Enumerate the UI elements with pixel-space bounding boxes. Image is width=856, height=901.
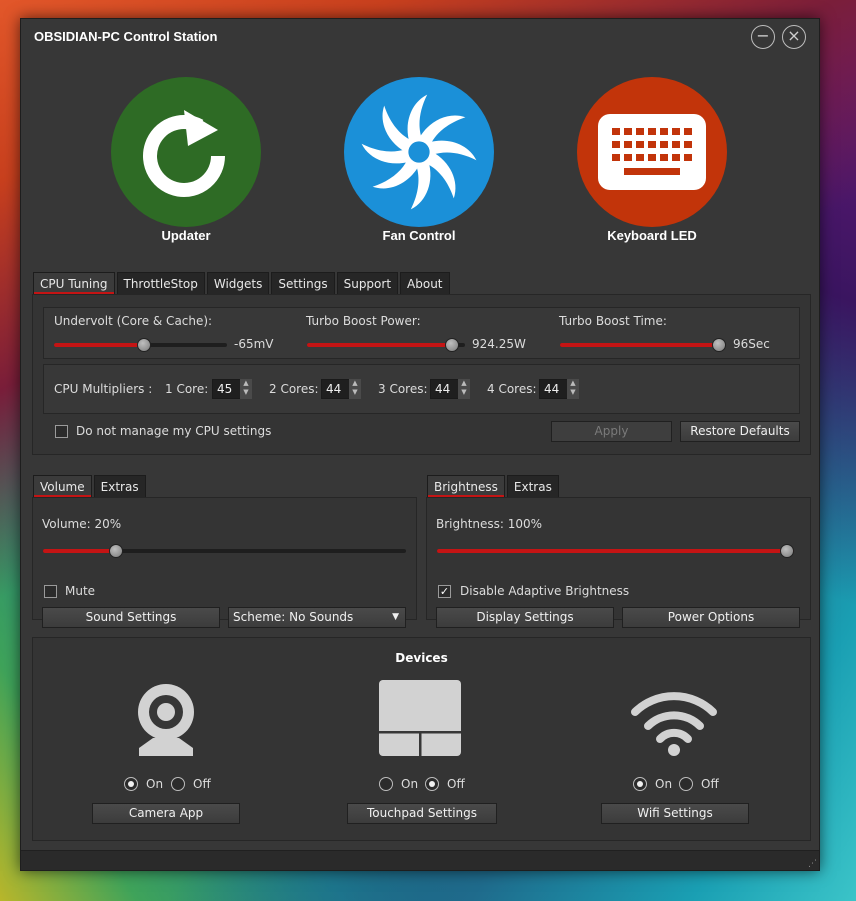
volume-label: Volume: 20% — [42, 517, 122, 531]
window-title: OBSIDIAN-PC Control Station — [34, 29, 218, 44]
manage-cpu-label: Do not manage my CPU settings — [76, 424, 272, 438]
mute-checkbox[interactable] — [44, 585, 57, 598]
tab-brightness[interactable]: Brightness — [427, 475, 505, 497]
multiplier-2-label: 2 Cores: — [269, 382, 319, 396]
updater-button[interactable] — [111, 77, 261, 227]
spin-arrows-icon[interactable]: ▲ ▼ — [458, 379, 470, 399]
wifi-on-label: On — [655, 777, 673, 791]
multiplier-1-spinbox[interactable]: 45 ▲ ▼ — [212, 379, 252, 399]
turbo-time-slider[interactable] — [560, 338, 726, 352]
tab-cpu-tuning[interactable]: CPU Tuning — [33, 272, 115, 294]
main-window: OBSIDIAN-PC Control Station − × Updater — [20, 18, 820, 871]
keyboard-icon — [598, 114, 706, 190]
multiplier-1-label: 1 Core: — [165, 382, 209, 396]
multiplier-4-label: 4 Cores: — [487, 382, 537, 396]
touchpad-off-label: Off — [447, 777, 465, 791]
apply-button[interactable]: Apply — [551, 421, 672, 442]
updater-label: Updater — [161, 228, 211, 243]
devices-title: Devices — [395, 651, 448, 665]
refresh-icon — [143, 110, 225, 197]
multiplier-3-value: 44 — [435, 382, 451, 396]
tab-settings[interactable]: Settings — [271, 272, 335, 294]
tab-brightness-extras[interactable]: Extras — [506, 475, 559, 497]
wifi-off-radio[interactable] — [679, 777, 693, 791]
multiplier-3-spinbox[interactable]: 44 ▲ ▼ — [430, 379, 470, 399]
camera-off-radio[interactable] — [171, 777, 185, 791]
undervolt-slider[interactable] — [54, 338, 227, 352]
camera-app-button[interactable]: Camera App — [92, 803, 240, 824]
multiplier-2-spinbox[interactable]: 44 ▲ ▼ — [321, 379, 361, 399]
fan-icon — [361, 94, 477, 210]
tab-volume[interactable]: Volume — [33, 475, 92, 497]
chevron-down-icon: ▼ — [392, 612, 399, 622]
touchpad-settings-button[interactable]: Touchpad Settings — [347, 803, 497, 824]
resize-grip-icon[interactable]: ⋰ — [808, 860, 817, 869]
sound-scheme-dropdown[interactable]: Scheme: No Sounds ▼ — [228, 607, 406, 628]
camera-off-label: Off — [193, 777, 211, 791]
camera-on-radio[interactable] — [124, 777, 138, 791]
display-settings-button[interactable]: Display Settings — [436, 607, 614, 628]
brightness-label: Brightness: 100% — [436, 517, 543, 531]
adaptive-brightness-checkbox[interactable]: ✓ — [438, 585, 451, 598]
turbo-time-value: 96Sec — [733, 337, 770, 351]
turbo-power-value: 924.25W — [472, 337, 526, 351]
touchpad-off-radio[interactable] — [425, 777, 439, 791]
tab-throttlestop[interactable]: ThrottleStop — [116, 272, 205, 294]
mute-label: Mute — [65, 584, 96, 598]
touchpad-on-radio[interactable] — [379, 777, 393, 791]
wifi-on-radio[interactable] — [633, 777, 647, 791]
turbo-power-label: Turbo Boost Power: — [306, 314, 421, 328]
minimize-icon[interactable]: − — [751, 25, 775, 49]
spin-arrows-icon[interactable]: ▲ ▼ — [349, 379, 361, 399]
spin-arrows-icon[interactable]: ▲ ▼ — [567, 379, 579, 399]
cpu-tuning-panel: Undervolt (Core & Cache): -65mV Turbo Bo… — [32, 294, 811, 455]
sound-settings-button[interactable]: Sound Settings — [42, 607, 220, 628]
wifi-settings-button[interactable]: Wifi Settings — [601, 803, 749, 824]
spin-arrows-icon[interactable]: ▲ ▼ — [240, 379, 252, 399]
devices-panel: Devices On Off Camera App On Off Touchpa… — [32, 637, 811, 841]
wifi-icon — [631, 692, 717, 756]
manage-cpu-checkbox[interactable] — [55, 425, 68, 438]
fan-control-button[interactable] — [344, 77, 494, 227]
sound-scheme-value: Scheme: No Sounds — [233, 610, 354, 624]
status-bar: ⋰ — [21, 850, 819, 870]
camera-on-label: On — [146, 777, 164, 791]
tab-widgets[interactable]: Widgets — [206, 272, 270, 294]
tab-volume-extras[interactable]: Extras — [93, 475, 146, 497]
multiplier-3-label: 3 Cores: — [378, 382, 428, 396]
keyboard-led-label: Keyboard LED — [607, 228, 697, 243]
volume-slider[interactable] — [43, 544, 406, 558]
multiplier-2-value: 44 — [326, 382, 342, 396]
multiplier-1-value: 45 — [217, 382, 233, 396]
touchpad-icon — [379, 680, 461, 756]
multiplier-4-spinbox[interactable]: 44 ▲ ▼ — [539, 379, 579, 399]
turbo-power-slider[interactable] — [307, 338, 465, 352]
close-icon[interactable]: × — [782, 25, 806, 49]
touchpad-on-label: On — [401, 777, 419, 791]
power-options-button[interactable]: Power Options — [622, 607, 800, 628]
webcam-icon — [138, 684, 194, 756]
brightness-slider[interactable] — [437, 544, 794, 558]
volume-tabbar: Volume Extras — [33, 475, 146, 497]
tab-about[interactable]: About — [400, 272, 450, 294]
restore-defaults-button[interactable]: Restore Defaults — [680, 421, 800, 442]
brightness-panel: Brightness: 100% ✓ Disable Adaptive Brig… — [426, 497, 811, 628]
wifi-off-label: Off — [701, 777, 719, 791]
multipliers-label: CPU Multipliers : — [54, 382, 153, 396]
main-tabbar: CPU Tuning ThrottleStop Widgets Settings… — [33, 272, 450, 294]
tab-support[interactable]: Support — [336, 272, 399, 294]
cpu-multipliers-group: CPU Multipliers : 1 Core: 45 ▲ ▼ 2 Cores:… — [43, 364, 800, 414]
volume-panel: Volume: 20% Mute Sound Settings Scheme: … — [32, 497, 417, 628]
multiplier-4-value: 44 — [544, 382, 560, 396]
keyboard-led-button[interactable] — [577, 77, 727, 227]
undervolt-value: -65mV — [234, 337, 274, 351]
fan-control-label: Fan Control — [382, 228, 456, 243]
brightness-tabbar: Brightness Extras — [427, 475, 559, 497]
undervolt-label: Undervolt (Core & Cache): — [54, 314, 213, 328]
adaptive-brightness-label: Disable Adaptive Brightness — [460, 584, 630, 598]
cpu-sliders-group: Undervolt (Core & Cache): -65mV Turbo Bo… — [43, 307, 800, 359]
turbo-time-label: Turbo Boost Time: — [559, 314, 667, 328]
